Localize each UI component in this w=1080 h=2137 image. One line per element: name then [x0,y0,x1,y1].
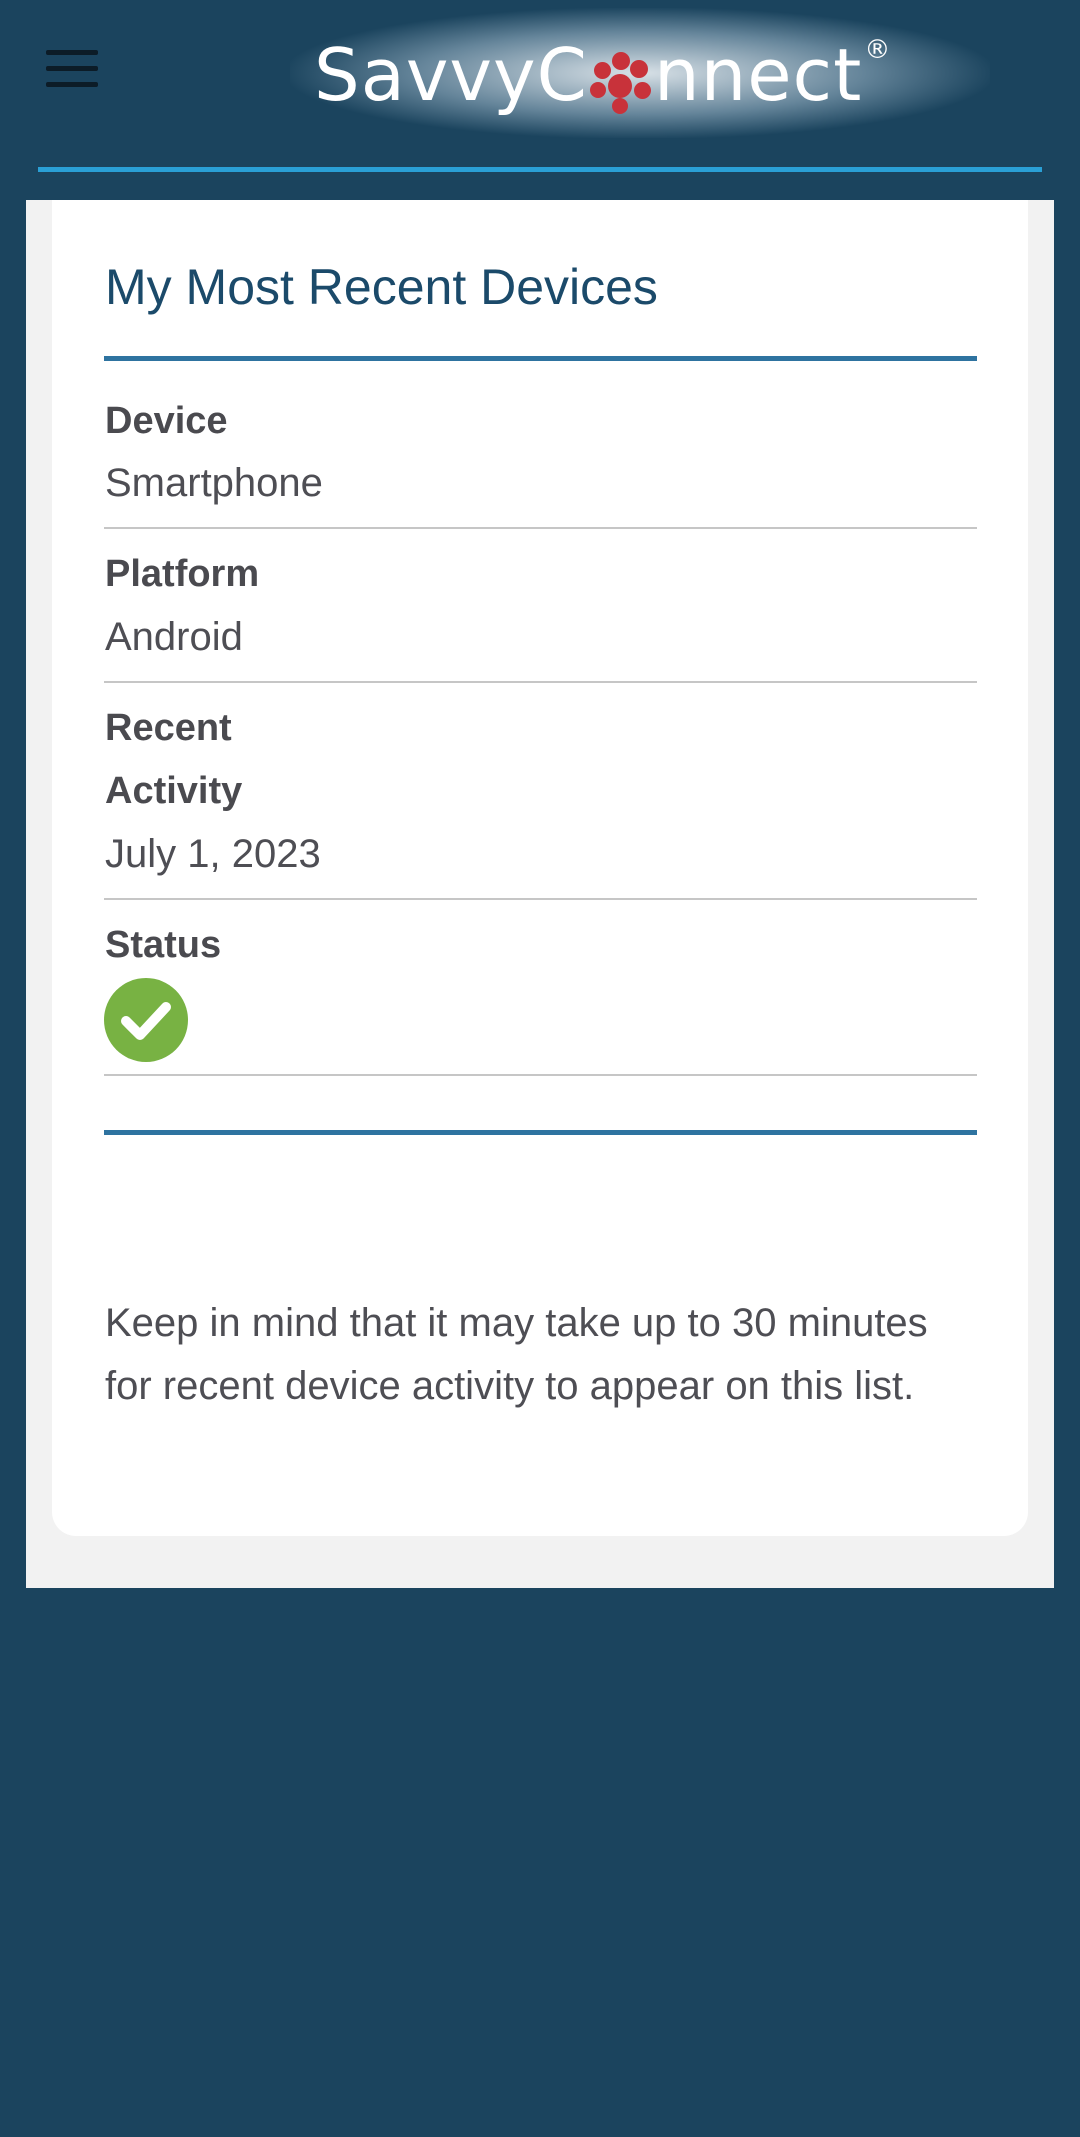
row-divider [104,898,977,900]
title-divider [104,356,977,361]
logo-text-right: nnect [653,33,863,117]
hamburger-menu-icon [46,50,98,55]
logo-text-left: SavvyC [314,33,588,117]
recent-activity-value: July 1, 2023 [105,832,321,876]
recent-activity-label-line1: Recent [105,707,232,749]
row-divider [104,527,977,529]
app-header: SavvyC nnect ® [0,0,1080,172]
header-divider [38,167,1042,172]
check-circle-icon [104,978,188,1062]
status-label: Status [105,924,222,966]
device-value: Smartphone [105,461,323,505]
hamburger-menu-button[interactable] [46,50,98,88]
registered-mark: ® [864,35,892,65]
hamburger-menu-icon-bar [46,82,98,87]
table-bottom-divider [104,1130,977,1135]
hamburger-menu-icon-bar [46,66,98,71]
platform-label: Platform [105,553,260,595]
savvyconnect-logo[interactable]: SavvyC nnect ® [314,30,891,130]
row-divider [104,681,977,683]
recent-activity-label-line2: Activity [105,770,243,812]
row-divider [104,1074,977,1076]
platform-value: Android [105,615,243,659]
device-label: Device [105,400,228,442]
activity-delay-note: Keep in mind that it may take up to 30 m… [105,1301,928,1408]
logo-dots-icon [589,52,652,114]
page-title: My Most Recent Devices [105,259,658,315]
